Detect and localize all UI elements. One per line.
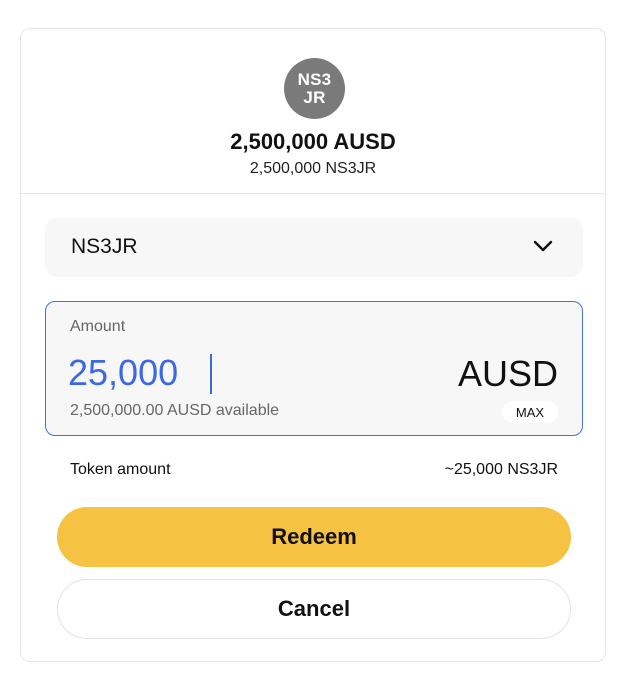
token-avatar: NS3 JR bbox=[284, 58, 345, 119]
balance-sub: 2,500,000 NS3JR bbox=[249, 160, 377, 177]
balance-main: 2,500,000 AUSD bbox=[230, 129, 396, 154]
avatar-text-line1: NS3 bbox=[297, 69, 332, 89]
amount-field-box: Amount AUSD 2,500,000.00 AUSD available … bbox=[45, 301, 583, 436]
redeem-card: NS3 JR 2,500,000 AUSD 2,500,000 NS3JR NS… bbox=[20, 28, 606, 662]
cancel-button[interactable]: Cancel bbox=[57, 579, 571, 639]
token-amount-value: ~25,000 NS3JR bbox=[444, 461, 558, 478]
amount-input[interactable] bbox=[66, 348, 370, 398]
max-button[interactable]: MAX bbox=[502, 401, 558, 423]
avatar-text-line2: JR bbox=[303, 87, 326, 107]
token-amount-label: Token amount bbox=[70, 461, 171, 478]
available-balance: 2,500,000.00 AUSD available bbox=[70, 402, 280, 419]
amount-label: Amount bbox=[70, 318, 126, 335]
token-selector[interactable]: NS3JR bbox=[45, 218, 583, 277]
redeem-button[interactable]: Redeem bbox=[57, 507, 571, 567]
amount-currency: AUSD bbox=[457, 353, 558, 394]
chevron-down-icon bbox=[533, 240, 553, 252]
text-cursor bbox=[210, 354, 212, 394]
token-selector-label: NS3JR bbox=[71, 235, 138, 258]
balance-header: NS3 JR 2,500,000 AUSD 2,500,000 NS3JR bbox=[21, 29, 605, 194]
